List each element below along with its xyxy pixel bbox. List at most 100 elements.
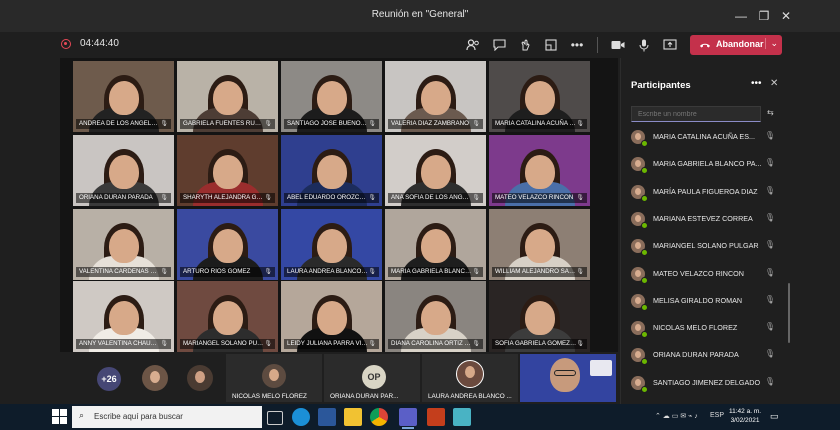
mic-muted-icon[interactable]: 🎙 — [765, 158, 775, 167]
participant-item[interactable]: MARÍA PAULA FIGUEROA DIAZ 🎙 — [631, 183, 781, 202]
mic-icon: 🎙 — [576, 195, 584, 201]
video-tile-name-text: SANTIAGO JOSE BUENO GUT... — [287, 120, 379, 127]
mic-muted-icon[interactable]: 🎙 — [765, 322, 775, 331]
leave-button[interactable]: Abandonar ⌄ — [690, 35, 782, 55]
chat-icon[interactable] — [489, 35, 509, 55]
small-avatar[interactable] — [142, 365, 168, 391]
strip-tile[interactable]: NICOLAS MELO FLOREZ — [226, 354, 322, 402]
video-tile[interactable]: 🎙 ABEL EDUARDO OROZCO P... — [281, 135, 382, 206]
video-tile[interactable]: 🎙 VALERIA DIAZ ZAMBRANO — [385, 61, 486, 132]
windows-start-icon[interactable] — [52, 409, 68, 425]
right-gutter — [790, 32, 840, 404]
video-tile[interactable]: 🎙 SHARYTH ALEJANDRA GALE... — [177, 135, 278, 206]
powerpoint-icon[interactable] — [427, 408, 445, 426]
participant-face — [212, 80, 243, 115]
participant-item[interactable]: SANTIAGO JIMENEZ DELGADO 🎙 — [631, 374, 781, 393]
video-tile-name: 🎙 ABEL EDUARDO OROZCO P... — [284, 193, 379, 203]
meeting-toolbar: 04:44:40 ••• Abandonar ⌄ — [0, 32, 840, 58]
mic-icon: 🎙 — [264, 269, 272, 275]
small-avatar[interactable] — [187, 365, 213, 391]
video-tile-name-text: MATEO VELAZCO RINCON — [495, 194, 574, 201]
participant-face — [420, 80, 451, 115]
video-tile[interactable]: 🎙 WILLIAM ALEJANDRO SALDA... — [489, 209, 590, 280]
close-icon[interactable]: ✕ — [773, 6, 799, 26]
mic-muted-icon[interactable]: 🎙 — [765, 186, 775, 195]
video-tile[interactable]: 🎙 MATEO VELAZCO RINCON — [489, 135, 590, 206]
video-tile[interactable]: 🎙 MARIA CATALINA ACUÑA ES... — [489, 61, 590, 132]
video-tile[interactable]: 🎙 ANA SOFIA DE LOS ANGELES... — [385, 135, 486, 206]
share-screen-icon[interactable] — [660, 35, 680, 55]
chevron-down-icon[interactable]: ⌄ — [765, 38, 778, 49]
participant-name: SANTIAGO JIMENEZ DELGADO — [653, 377, 761, 387]
word-icon[interactable] — [318, 408, 336, 426]
video-tile-name-text: MARIA CATALINA ACUÑA ES... — [495, 120, 583, 127]
app-icon[interactable] — [453, 408, 471, 426]
video-tile[interactable]: 🎙 SANTIAGO JOSE BUENO GUT... — [281, 61, 382, 132]
video-tile[interactable]: 🎙 ORIANA DURAN PARADA — [73, 135, 174, 206]
video-tile[interactable]: 🎙 VALENTINA CARDENAS GEL... — [73, 209, 174, 280]
participant-item[interactable]: MARIANA ESTEVEZ CORREA 🎙 — [631, 210, 781, 229]
video-tile-name: 🎙 SOFIA GABRIELA GOMEZ CA... — [492, 339, 587, 349]
participant-name: MARIA GABRIELA BLANCO PA... — [653, 159, 762, 169]
mic-muted-icon[interactable]: 🎙 — [765, 377, 775, 386]
video-tile[interactable]: 🎙 ANNY VALENTINA CHAUSTR... — [73, 281, 174, 352]
task-view-icon[interactable] — [267, 411, 283, 425]
video-tile-name: 🎙 ORIANA DURAN PARADA — [76, 193, 171, 203]
mic-muted-icon[interactable]: 🎙 — [765, 240, 775, 249]
tray-icons[interactable]: ⌃ ☁ ▭ ✉ ⌁ ♪ — [655, 412, 698, 420]
participants-icon[interactable] — [463, 35, 483, 55]
status-indicator — [641, 140, 648, 147]
teams-icon[interactable] — [399, 408, 417, 429]
language-indicator[interactable]: ESP — [710, 412, 724, 419]
participant-item[interactable]: MARIA CATALINA ACUÑA ES... 🎙 — [631, 128, 781, 147]
video-tile[interactable]: 🎙 MARIA GABRIELA BLANCO P... — [385, 209, 486, 280]
video-tile-name-text: LAURA ANDREA BLANCO GOM... — [287, 268, 379, 275]
participant-item[interactable]: NICOLAS MELO FLOREZ 🎙 — [631, 319, 781, 339]
rooms-icon[interactable] — [541, 35, 561, 55]
participant-search-input[interactable] — [631, 106, 761, 122]
status-indicator — [641, 358, 648, 366]
clock[interactable]: 11:42 a. m. 3/02/2021 — [729, 407, 761, 425]
overflow-count[interactable]: +26 — [97, 367, 121, 391]
mic-muted-icon[interactable]: 🎙 — [765, 295, 775, 304]
participant-item[interactable]: MARIA GABRIELA BLANCO PA... 🎙 — [631, 155, 781, 175]
mic-muted-icon[interactable]: 🎙 — [765, 268, 775, 277]
participant-item[interactable]: MATEO VELAZCO RINCON 🎙 — [631, 265, 781, 284]
mic-muted-icon[interactable]: 🎙 — [765, 349, 775, 358]
taskbar: ⌕ Escribe aquí para buscar ⌃ ☁ ▭ ✉ ⌁ ♪ E… — [0, 404, 840, 430]
participant-item[interactable]: MELISA GIRALDO ROMAN 🎙 — [631, 292, 781, 311]
video-tile[interactable]: 🎙 LEIDY JULIANA PARRA VILLA... — [281, 281, 382, 352]
edge-icon[interactable] — [292, 408, 310, 426]
leave-label: Abandonar — [716, 39, 764, 49]
scrollbar[interactable] — [788, 283, 790, 343]
notifications-icon[interactable]: ▭ — [770, 411, 779, 422]
mic-muted-icon[interactable]: 🎙 — [765, 131, 775, 140]
microphone-icon[interactable] — [634, 35, 654, 55]
camera-icon[interactable] — [608, 35, 628, 55]
close-panel-icon[interactable]: ✕ — [770, 78, 778, 89]
share-invite-icon[interactable]: ⇆ — [767, 108, 774, 117]
video-tile[interactable]: 🎙 DIANA CAROLINA ORTIZ EST... — [385, 281, 486, 352]
reactions-icon[interactable] — [515, 35, 535, 55]
participant-item[interactable]: ORIANA DURAN PARADA 🎙 — [631, 346, 781, 366]
taskbar-search[interactable]: ⌕ Escribe aquí para buscar — [72, 406, 262, 428]
video-tile-name-text: LEIDY JULIANA PARRA VILLA... — [287, 340, 378, 347]
participant-face — [420, 228, 451, 263]
participant-face — [524, 80, 555, 115]
participant-item[interactable]: MARIANGEL SOLANO PULGAR 🎙 — [631, 237, 781, 257]
more-options-icon[interactable]: ••• — [751, 78, 762, 89]
chrome-icon[interactable] — [370, 408, 388, 426]
video-tile[interactable]: 🎙 GABRIELA FUENTES RUEDA — [177, 61, 278, 132]
file-explorer-icon[interactable] — [344, 408, 362, 426]
strip-tile[interactable]: LAURA ANDREA BLANCO ... — [422, 354, 518, 402]
video-tile[interactable]: 🎙 ARTURO RIOS GOMEZ — [177, 209, 278, 280]
more-actions-icon[interactable]: ••• — [567, 35, 587, 55]
video-tile-name: 🎙 DIANA CAROLINA ORTIZ EST... — [388, 339, 483, 349]
video-tile[interactable]: 🎙 SOFIA GABRIELA GOMEZ CA... — [489, 281, 590, 352]
video-tile[interactable]: 🎙 ANDREA DE LOS ANGELES S... — [73, 61, 174, 132]
mic-muted-icon[interactable]: 🎙 — [765, 213, 775, 222]
video-tile[interactable]: 🎙 MARIANGEL SOLANO PULG... — [177, 281, 278, 352]
self-view[interactable] — [520, 354, 616, 402]
video-tile-name-text: SHARYTH ALEJANDRA GALE... — [183, 194, 274, 201]
video-tile[interactable]: 🎙 LAURA ANDREA BLANCO GOM... — [281, 209, 382, 280]
